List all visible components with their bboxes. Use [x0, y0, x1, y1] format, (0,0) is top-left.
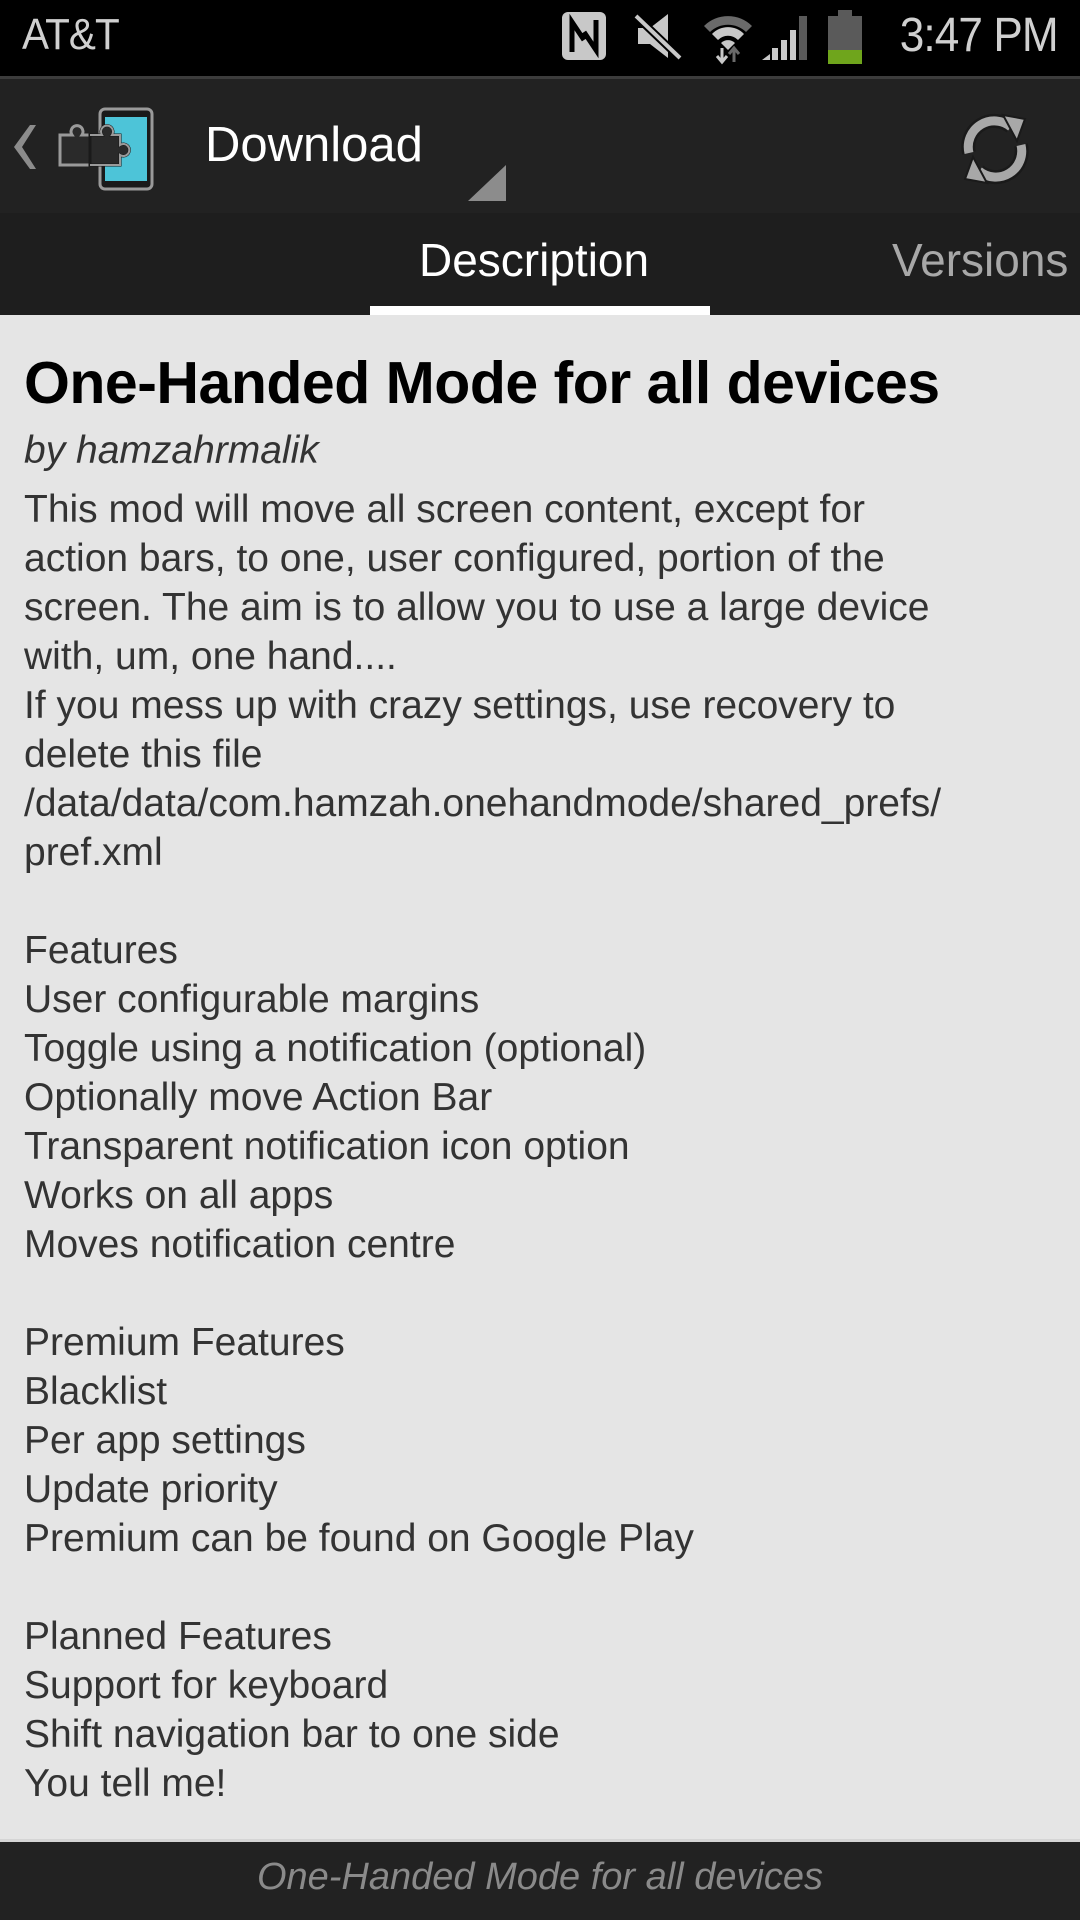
description-line: Update priority [24, 1467, 278, 1511]
module-author: by hamzahrmalik [24, 428, 319, 472]
description-line: screen. The aim is to allow you to use a… [24, 585, 930, 629]
description-line: delete this file [24, 732, 263, 776]
description-line: If you mess up with crazy settings, use … [24, 683, 896, 727]
tab-description[interactable]: Description [419, 233, 649, 287]
description-line [24, 1269, 1056, 1318]
action-bar: Download [0, 76, 1080, 213]
description-line: Works on all apps [24, 1173, 334, 1217]
dropdown-triangle-icon[interactable] [468, 165, 506, 206]
description-line: Premium can be found on Google Play [24, 1516, 694, 1560]
clock: 3:47 PM [899, 9, 1059, 62]
tab-selected-indicator [370, 306, 710, 315]
module-description: This mod will move all screen content, e… [24, 485, 1056, 1808]
carrier-label: AT&T [22, 10, 120, 59]
description-line: Shift navigation bar to one side [24, 1712, 560, 1756]
signal-icon [760, 10, 810, 62]
description-line: with, um, one hand.... [24, 634, 397, 678]
tab-bar: Description Versions [0, 213, 1080, 315]
description-line [24, 1563, 1056, 1612]
description-line: User configurable margins [24, 977, 480, 1021]
description-line: Premium Features [24, 1320, 345, 1364]
battery-icon [826, 10, 864, 66]
refresh-button[interactable] [955, 109, 1035, 189]
description-line: Moves notification centre [24, 1222, 456, 1266]
description-line: Features [24, 928, 178, 972]
tab-versions[interactable]: Versions [892, 233, 1068, 287]
footer-module-name: One-Handed Mode for all devices [256, 1856, 824, 1898]
module-title: One-Handed Mode for all devices [24, 350, 940, 416]
chevron-left-icon[interactable] [10, 125, 36, 174]
status-bar: AT&T 3:47 PM [0, 0, 1080, 76]
description-line: Optionally move Action Bar [24, 1075, 493, 1119]
xposed-installer-icon[interactable] [58, 107, 158, 196]
description-line: pref.xml [24, 830, 163, 874]
description-line: Transparent notification icon option [24, 1124, 630, 1168]
description-line: Toggle using a notification (optional) [24, 1026, 647, 1070]
description-line: This mod will move all screen content, e… [24, 487, 866, 531]
wifi-icon [700, 10, 756, 66]
spinner-title[interactable]: Download [205, 117, 423, 173]
description-line: Blacklist [24, 1369, 168, 1413]
nfc-icon [560, 10, 608, 62]
refresh-icon [961, 113, 1029, 185]
description-line [24, 877, 1056, 926]
description-line: /data/data/com.hamzah.onehandmode/shared… [24, 781, 942, 825]
description-line: action bars, to one, user configured, po… [24, 536, 885, 580]
description-line: Per app settings [24, 1418, 306, 1462]
module-description-panel[interactable]: One-Handed Mode for all devices by hamza… [0, 315, 1080, 1839]
description-line: Support for keyboard [24, 1663, 389, 1707]
footer-bar: One-Handed Mode for all devices [0, 1839, 1080, 1920]
mute-icon [632, 10, 684, 62]
description-line: You tell me! [24, 1761, 227, 1805]
description-line: Planned Features [24, 1614, 332, 1658]
